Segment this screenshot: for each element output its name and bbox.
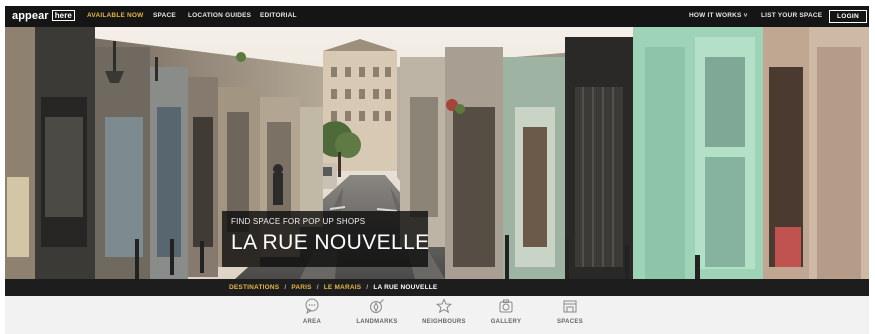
nav-link-list-your-space[interactable]: LIST YOUR SPACE: [761, 12, 822, 19]
appear-here-logo[interactable]: appear here: [12, 10, 75, 23]
top-navigation-bar: appear here AVAILABLE NOW SPACE LOCATION …: [5, 6, 869, 27]
hero-banner: FIND SPACE FOR POP UP SHOPS LA RUE NOUVE…: [5, 27, 869, 279]
section-tab-gallery[interactable]: GALLERY: [476, 298, 536, 332]
section-label-area: AREA: [302, 319, 322, 325]
breadcrumb: DESTINATIONS / PARIS / LE MARAIS / LA RUE NOUV…: [5, 279, 869, 296]
logo-badge: here: [51, 10, 75, 21]
section-tab-landmarks[interactable]: LANDMARKS: [347, 298, 407, 332]
page-frame: appear here AVAILABLE NOW SPACE LOCATION …: [5, 6, 869, 334]
logo-text: appear: [12, 10, 49, 22]
breadcrumb-separator: /: [366, 284, 369, 291]
section-tab-spaces[interactable]: SPACES: [540, 298, 600, 332]
breadcrumb-current: LA RUE NOUVELLE: [373, 284, 438, 291]
breadcrumb-separator: /: [284, 284, 287, 291]
section-label-landmarks: LANDMARKS: [356, 319, 398, 325]
nav-link-available-now[interactable]: AVAILABLE NOW: [87, 12, 144, 19]
section-label-gallery: GALLERY: [490, 319, 522, 325]
hero-kicker: FIND SPACE FOR POP UP SHOPS: [231, 217, 366, 226]
compass-icon: [370, 299, 384, 313]
nav-link-space[interactable]: SPACE: [153, 12, 176, 19]
section-tab-neighbours[interactable]: NEIGHBOURS: [414, 298, 474, 332]
section-label-spaces: SPACES: [556, 319, 584, 325]
breadcrumb-separator: /: [316, 284, 319, 291]
breadcrumb-le-marais[interactable]: LE MARAIS: [324, 284, 362, 291]
breadcrumb-destinations[interactable]: DESTINATIONS: [229, 284, 279, 291]
login-button[interactable]: LOGIN: [829, 10, 867, 23]
storefront-icon: [563, 300, 577, 313]
nav-link-location-guides[interactable]: LOCATION GUIDES: [188, 12, 251, 19]
street-scene-illustration: [5, 27, 869, 279]
nav-link-editorial[interactable]: EDITORIAL: [260, 12, 297, 19]
camera-icon: [499, 299, 513, 313]
section-label-neighbours: NEIGHBOURS: [422, 319, 466, 325]
breadcrumb-paris[interactable]: PARIS: [291, 284, 311, 291]
section-navigation: AREA LANDMARKS NEIGHBOURS GALLERY SPACES: [5, 296, 869, 334]
hero-caption-box: FIND SPACE FOR POP UP SHOPS LA RUE NOUVE…: [222, 211, 430, 267]
star-icon: [436, 298, 452, 314]
nav-link-how-it-works[interactable]: HOW IT WORKS ˅: [689, 12, 748, 19]
hero-title: LA RUE NOUVELLE: [231, 231, 430, 254]
speech-bubble-icon: [305, 298, 319, 314]
section-tab-area[interactable]: AREA: [282, 298, 342, 332]
